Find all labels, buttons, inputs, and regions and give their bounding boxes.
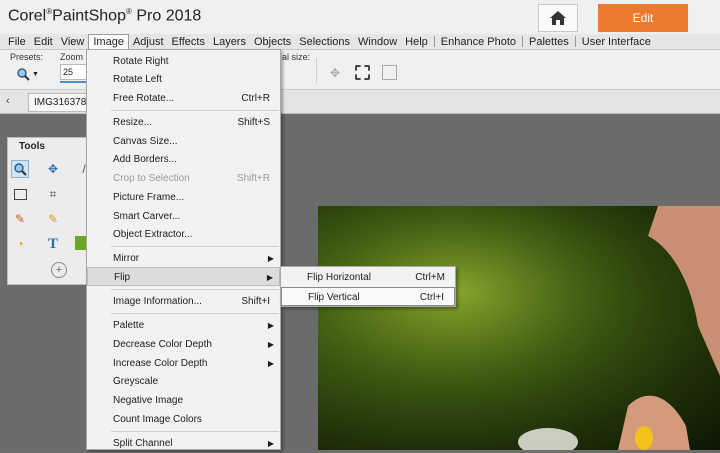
menu-image[interactable]: Image <box>88 33 129 50</box>
submenu-arrow-icon: ▶ <box>267 321 274 330</box>
menu-effects[interactable]: Effects <box>168 34 209 50</box>
title-bar: Corel®PaintShop® Pro 2018 Edit <box>0 0 720 34</box>
menu-window[interactable]: Window <box>354 34 401 50</box>
text-tool[interactable]: T <box>44 235 62 253</box>
menu-separator <box>111 246 279 247</box>
menu-separator <box>111 431 279 432</box>
menu-item-flip-vertical[interactable]: Flip Vertical Ctrl+I <box>281 287 455 306</box>
flip-submenu: Flip Horizontal Ctrl+M Flip Vertical Ctrl+… <box>280 266 456 307</box>
menu-item-add-borders[interactable]: Add Borders... <box>87 150 280 169</box>
fit-window-button[interactable] <box>382 65 397 80</box>
presets-label: Presets: <box>10 52 44 62</box>
menu-user-interface[interactable]: User Interface <box>578 34 655 50</box>
photo-canvas[interactable] <box>318 206 720 450</box>
eraser-tool[interactable]: ✎ <box>44 210 62 228</box>
menu-separator <box>111 313 279 314</box>
crop-icon: ⌗ <box>49 186 57 201</box>
paint-brush-tool[interactable]: ✎ <box>11 210 29 228</box>
menu-bar: File Edit View Image Adjust Effects Laye… <box>0 33 720 50</box>
menu-separator <box>574 36 576 47</box>
menu-item-rotate-left[interactable]: Rotate Left <box>87 70 280 89</box>
menu-separator <box>433 36 435 47</box>
menu-layers[interactable]: Layers <box>209 34 250 50</box>
submenu-arrow-icon: ▶ <box>267 439 274 448</box>
menu-item-count-image-colors[interactable]: Count Image Colors <box>87 410 280 429</box>
menu-item-object-extractor[interactable]: Object Extractor... <box>87 225 280 244</box>
magnifier-icon <box>14 163 27 176</box>
menu-file[interactable]: File <box>4 34 30 50</box>
zoom-tool[interactable] <box>11 160 29 178</box>
menu-item-decrease-color-depth[interactable]: Decrease Color Depth ▶ <box>87 335 280 354</box>
menu-item-free-rotate[interactable]: Free Rotate... Ctrl+R <box>87 89 280 108</box>
zoom-label: Zoom ( <box>60 52 89 62</box>
eraser-icon: ✎ <box>47 212 59 226</box>
menu-help[interactable]: Help <box>401 34 432 50</box>
menu-item-rotate-right[interactable]: Rotate Right <box>87 52 280 71</box>
menu-adjust[interactable]: Adjust <box>129 34 168 50</box>
menu-enhance-photo[interactable]: Enhance Photo <box>437 34 520 50</box>
app-title: Corel®PaintShop® Pro 2018 <box>8 7 202 25</box>
image-menu-dropdown: Rotate Right Rotate Left Free Rotate... C… <box>86 49 281 450</box>
menu-separator <box>522 36 524 47</box>
home-button[interactable] <box>538 4 578 32</box>
menu-item-crop-to-selection: Crop to Selection Shift+R <box>113 173 270 184</box>
menu-separator <box>111 289 279 290</box>
menu-edit[interactable]: Edit <box>30 34 57 50</box>
menu-item-smart-carver[interactable]: Smart Carver... <box>87 207 280 226</box>
menu-item-picture-frame[interactable]: Picture Frame... <box>87 188 280 207</box>
tools-palette-title: Tools <box>19 141 45 152</box>
edit-workspace-tab[interactable]: Edit <box>598 4 688 32</box>
move-icon: ✥ <box>47 162 59 176</box>
plus-icon: + <box>55 264 63 276</box>
menu-item-palette[interactable]: Palette ▶ <box>87 316 280 335</box>
home-icon <box>550 11 566 25</box>
menu-selections[interactable]: Selections <box>295 34 354 50</box>
submenu-arrow-icon: ▶ <box>267 340 274 349</box>
menu-item-increase-color-depth[interactable]: Increase Color Depth ▶ <box>87 354 280 373</box>
pan-button[interactable]: ✥ <box>328 66 342 80</box>
chevron-down-icon: ▼ <box>32 70 39 78</box>
add-tool-button[interactable]: + <box>51 262 67 278</box>
rectangle-selection-icon <box>13 188 27 200</box>
menu-item-flip-horizontal[interactable]: Flip Horizontal Ctrl+M <box>281 268 455 287</box>
options-divider <box>316 58 317 84</box>
chevron-left-icon[interactable]: ‹ <box>6 95 10 107</box>
menu-separator <box>111 110 279 111</box>
zoom-tool-icon <box>17 68 30 81</box>
menu-view[interactable]: View <box>57 34 89 50</box>
actual-size-label: al size: <box>282 52 311 62</box>
submenu-arrow-icon: ▶ <box>267 359 274 368</box>
fill-tool[interactable]: ◔ <box>11 235 29 253</box>
crop-tool[interactable]: ⌗ <box>44 185 62 203</box>
menu-item-flip[interactable]: Flip ▶ <box>87 267 280 286</box>
menu-item-image-information[interactable]: Image Information... Shift+I <box>87 292 280 311</box>
selection-tool[interactable] <box>11 185 29 203</box>
paint-brush-icon: ✎ <box>14 212 26 226</box>
menu-item-greyscale[interactable]: Greyscale <box>87 372 280 391</box>
menu-item-negative-image[interactable]: Negative Image <box>87 391 280 410</box>
text-icon: T <box>47 235 58 252</box>
menu-item-canvas-size[interactable]: Canvas Size... <box>87 132 280 151</box>
menu-item-mirror[interactable]: Mirror ▶ <box>87 249 280 268</box>
menu-objects[interactable]: Objects <box>250 34 295 50</box>
menu-item-split-channel[interactable]: Split Channel ▶ <box>87 434 280 453</box>
fill-icon: ◔ <box>16 237 24 251</box>
menu-palettes[interactable]: Palettes <box>525 34 573 50</box>
presets-dropdown[interactable]: ▼ <box>16 66 42 82</box>
photo-image <box>318 206 720 450</box>
zoom-input-focus-bar <box>60 81 86 83</box>
submenu-arrow-icon: ▶ <box>266 273 273 282</box>
menu-item-resize[interactable]: Resize... Shift+S <box>87 113 280 132</box>
submenu-arrow-icon: ▶ <box>267 254 274 263</box>
pick-tool[interactable]: ✥ <box>44 160 62 178</box>
fit-button[interactable] <box>355 65 370 80</box>
